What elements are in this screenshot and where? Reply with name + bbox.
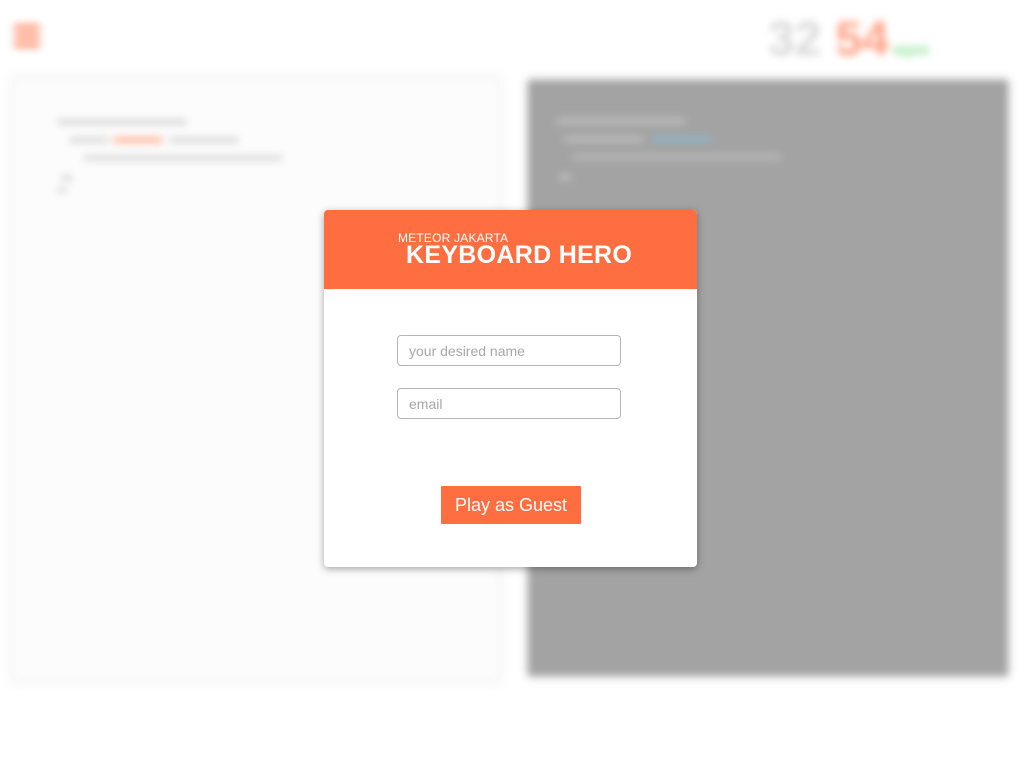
code-line xyxy=(69,137,109,143)
code-line xyxy=(652,136,712,142)
code-line xyxy=(169,137,239,143)
score-unit: wpm xyxy=(892,42,930,59)
code-line xyxy=(564,136,644,142)
name-input[interactable] xyxy=(397,335,621,366)
modal-header: METEOR JAKARTA KEYBOARD HERO xyxy=(324,210,697,289)
score-display: 32 54 wpm xyxy=(768,12,929,67)
score-secondary: 54 xyxy=(835,13,889,66)
code-line xyxy=(558,174,572,180)
code-line xyxy=(57,187,67,193)
code-line xyxy=(572,154,782,160)
hamburger-menu-icon[interactable] xyxy=(14,25,40,47)
code-line xyxy=(113,137,163,143)
app-root: 32 54 wpm METEOR JAKARTA KEYBOARD HERO y… xyxy=(0,0,1024,768)
modal-title: KEYBOARD HERO xyxy=(406,241,633,269)
email-input[interactable] xyxy=(397,388,621,419)
code-line xyxy=(83,155,283,161)
login-modal: METEOR JAKARTA KEYBOARD HERO Play as Gue… xyxy=(324,210,697,567)
code-line xyxy=(61,175,73,181)
play-as-guest-button[interactable]: Play as Guest xyxy=(441,486,581,524)
code-line xyxy=(57,119,187,125)
code-line xyxy=(556,118,686,124)
footer xyxy=(40,733,46,747)
score-primary: 32 xyxy=(768,13,822,66)
